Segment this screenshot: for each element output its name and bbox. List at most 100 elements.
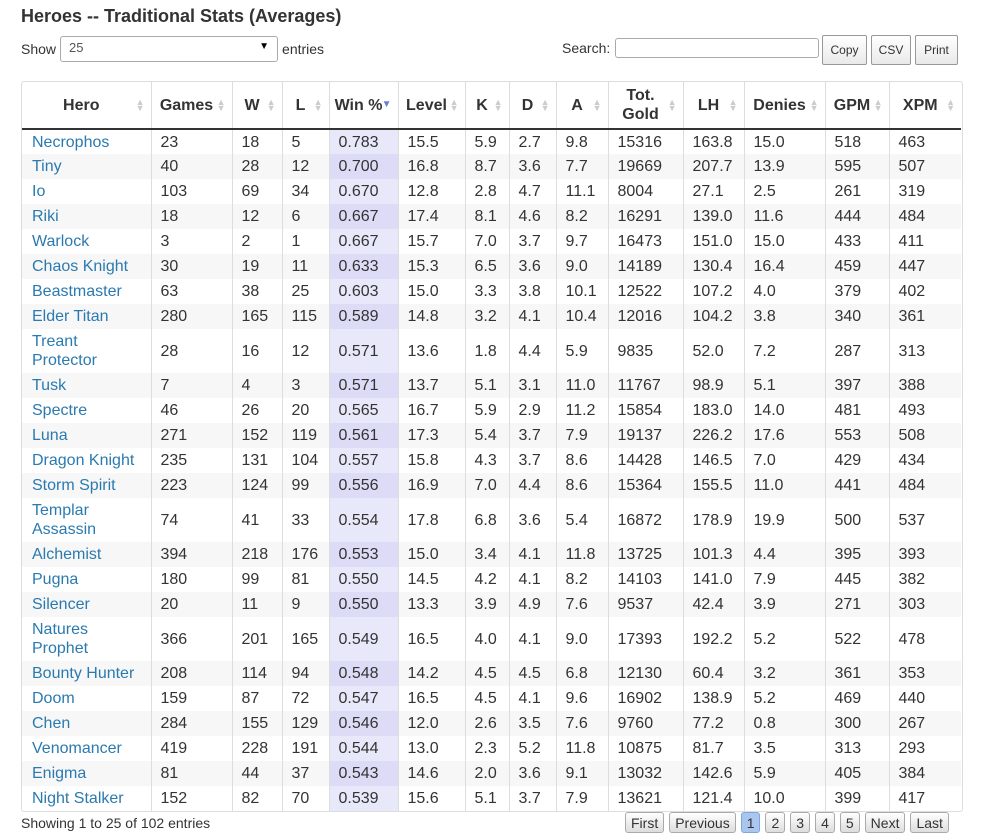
- table-cell: 353: [898, 665, 926, 682]
- table-body: Necrophos 23 18 5 0.783 15.5 5.9 2.7 9.8 15316 163…: [22, 129, 961, 811]
- column-header-l[interactable]: L ▲ ▼: [282, 82, 330, 130]
- page-3-button[interactable]: 3: [790, 812, 811, 833]
- table-cell: 15.3: [398, 254, 466, 279]
- table-cell: 165: [282, 617, 330, 661]
- print-button[interactable]: Print: [915, 35, 958, 65]
- table-cell: 151.0: [683, 229, 745, 254]
- table-cell: 5.9: [465, 129, 510, 154]
- last-page-button[interactable]: Last: [910, 812, 949, 833]
- hero-link[interactable]: Necrophos: [22, 129, 152, 154]
- table-cell: 7.9: [744, 567, 826, 592]
- search-input[interactable]: [615, 38, 820, 58]
- table-cell: 484: [898, 208, 926, 225]
- table-cell: 16.7: [398, 398, 466, 423]
- table-cell: 81: [151, 761, 233, 786]
- page-4-button[interactable]: 4: [815, 812, 835, 833]
- hero-link[interactable]: Bounty Hunter: [22, 661, 152, 686]
- table-cell: 114: [232, 661, 283, 686]
- csv-button[interactable]: CSV: [871, 35, 911, 65]
- table-cell: 0.8: [744, 711, 826, 736]
- table-cell: 394: [151, 542, 233, 567]
- column-header-label: GPM: [833, 96, 871, 114]
- hero-link[interactable]: Alchemist: [22, 542, 152, 567]
- hero-link[interactable]: Storm Spirit: [22, 473, 152, 498]
- next-page-button[interactable]: Next: [864, 812, 906, 833]
- hero-link[interactable]: Silencer: [22, 592, 152, 617]
- table-cell: 4.7: [509, 179, 557, 204]
- table-cell: 9.1: [556, 761, 609, 786]
- column-header-d[interactable]: D ▲ ▼: [509, 82, 557, 130]
- hero-link[interactable]: Night Stalker: [22, 786, 152, 811]
- table-cell: 3: [151, 229, 233, 254]
- column-header-xpm[interactable]: XPM ▲ ▼: [889, 82, 961, 130]
- column-header-games[interactable]: Games ▲ ▼: [151, 82, 233, 130]
- table-cell: 146.5: [683, 448, 745, 473]
- hero-link[interactable]: Io: [22, 179, 152, 204]
- column-header-level[interactable]: Level ▲ ▼: [398, 82, 466, 130]
- table-cell: 4.1: [509, 304, 557, 329]
- hero-link[interactable]: Elder Titan: [22, 304, 152, 329]
- table-cell: 176: [282, 542, 330, 567]
- hero-link[interactable]: Warlock: [22, 229, 152, 254]
- table-cell: 397: [825, 373, 890, 398]
- hero-link[interactable]: Tusk: [22, 373, 152, 398]
- column-header-w[interactable]: W ▲ ▼: [232, 82, 283, 130]
- table-cell: 3.7: [509, 786, 557, 811]
- hero-link[interactable]: Venomancer: [22, 736, 152, 761]
- table-cell: 9.7: [556, 229, 609, 254]
- hero-link[interactable]: Riki: [22, 204, 152, 229]
- copy-button[interactable]: Copy: [822, 35, 867, 65]
- column-header-lh[interactable]: LH ▲ ▼: [683, 82, 745, 130]
- column-header-gpm[interactable]: GPM ▲ ▼: [825, 82, 890, 130]
- table-cell: 94: [282, 661, 330, 686]
- hero-link[interactable]: Enigma: [22, 761, 152, 786]
- hero-link[interactable]: Treant Protector: [22, 329, 152, 373]
- table-cell: 2.0: [465, 761, 510, 786]
- table-cell: 14103: [608, 567, 684, 592]
- table-cell: 15.0: [744, 229, 826, 254]
- page-2-button[interactable]: 2: [765, 812, 786, 833]
- table-cell: 34: [282, 179, 330, 204]
- table-cell: 313: [898, 342, 926, 360]
- hero-link[interactable]: Spectre: [22, 398, 152, 423]
- table-cell: 500: [825, 498, 890, 542]
- hero-link[interactable]: Tiny: [22, 154, 152, 179]
- page-1-button[interactable]: 1: [740, 812, 761, 833]
- hero-link[interactable]: Beastmaster: [22, 279, 152, 304]
- column-header-k[interactable]: K ▲ ▼: [465, 82, 510, 130]
- table-cell: 15.0: [398, 542, 466, 567]
- column-header-hero[interactable]: Hero ▲ ▼: [22, 82, 152, 130]
- hero-link[interactable]: Doom: [22, 686, 152, 711]
- hero-link[interactable]: Dragon Knight: [22, 448, 152, 473]
- hero-link[interactable]: Templar Assassin: [22, 498, 152, 542]
- previous-page-button[interactable]: Previous: [669, 812, 736, 833]
- column-header-label: Win %: [334, 96, 383, 114]
- table-cell: 226.2: [683, 423, 745, 448]
- column-header-win[interactable]: Win % ▼: [329, 82, 399, 130]
- hero-link[interactable]: Chen: [22, 711, 152, 736]
- sort-both-icon: ▲ ▼: [592, 97, 602, 113]
- table-cell: 3.8: [744, 304, 826, 329]
- first-page-button[interactable]: First: [625, 812, 665, 833]
- table-cell: 99: [232, 567, 283, 592]
- table-cell: 218: [232, 542, 283, 567]
- hero-link[interactable]: Luna: [22, 423, 152, 448]
- page-5-button[interactable]: 5: [839, 812, 860, 833]
- page-length-select[interactable]: 25 ▼: [60, 36, 279, 62]
- table-cell: 399: [825, 786, 890, 811]
- hero-link[interactable]: Natures Prophet: [22, 617, 152, 661]
- column-header-denies[interactable]: Denies ▲ ▼: [744, 82, 826, 130]
- table-cell: 3.9: [465, 592, 510, 617]
- hero-link[interactable]: Chaos Knight: [22, 254, 152, 279]
- column-header-a[interactable]: A ▲ ▼: [556, 82, 609, 130]
- table-cell: 1: [282, 229, 330, 254]
- table-cell: 11: [232, 592, 283, 617]
- hero-link[interactable]: Pugna: [22, 567, 152, 592]
- table-cell: 12: [232, 204, 283, 229]
- column-header-tot-gold[interactable]: Tot. Gold ▲ ▼: [608, 82, 684, 130]
- table-cell: 0.700: [329, 154, 399, 179]
- table-cell: 124: [232, 473, 283, 498]
- table-cell: 5.1: [744, 373, 826, 398]
- table-cell: 0.550: [329, 567, 399, 592]
- table-cell: 101.3: [683, 542, 745, 567]
